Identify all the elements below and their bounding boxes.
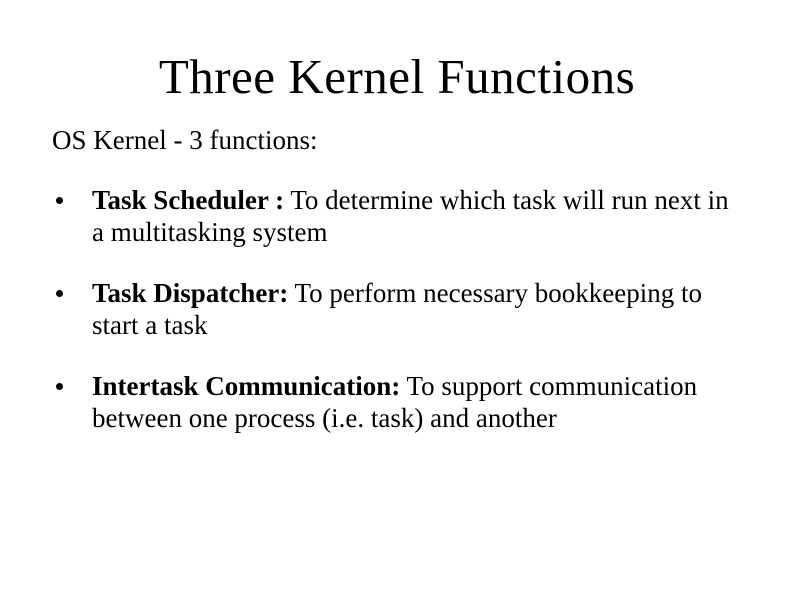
bullet-term: Task Dispatcher: bbox=[92, 278, 288, 308]
list-item: Task Dispatcher: To perform necessary bo… bbox=[52, 277, 742, 342]
list-item: Task Scheduler : To determine which task… bbox=[52, 184, 742, 249]
slide-title: Three Kernel Functions bbox=[0, 48, 794, 105]
slide-subtitle: OS Kernel - 3 functions: bbox=[52, 125, 794, 156]
list-item: Intertask Communication: To support comm… bbox=[52, 370, 742, 435]
bullet-list: Task Scheduler : To determine which task… bbox=[52, 184, 742, 434]
slide: Three Kernel Functions OS Kernel - 3 fun… bbox=[0, 48, 794, 595]
bullet-term: Intertask Communication: bbox=[92, 371, 400, 401]
bullet-term: Task Scheduler : bbox=[92, 185, 284, 215]
